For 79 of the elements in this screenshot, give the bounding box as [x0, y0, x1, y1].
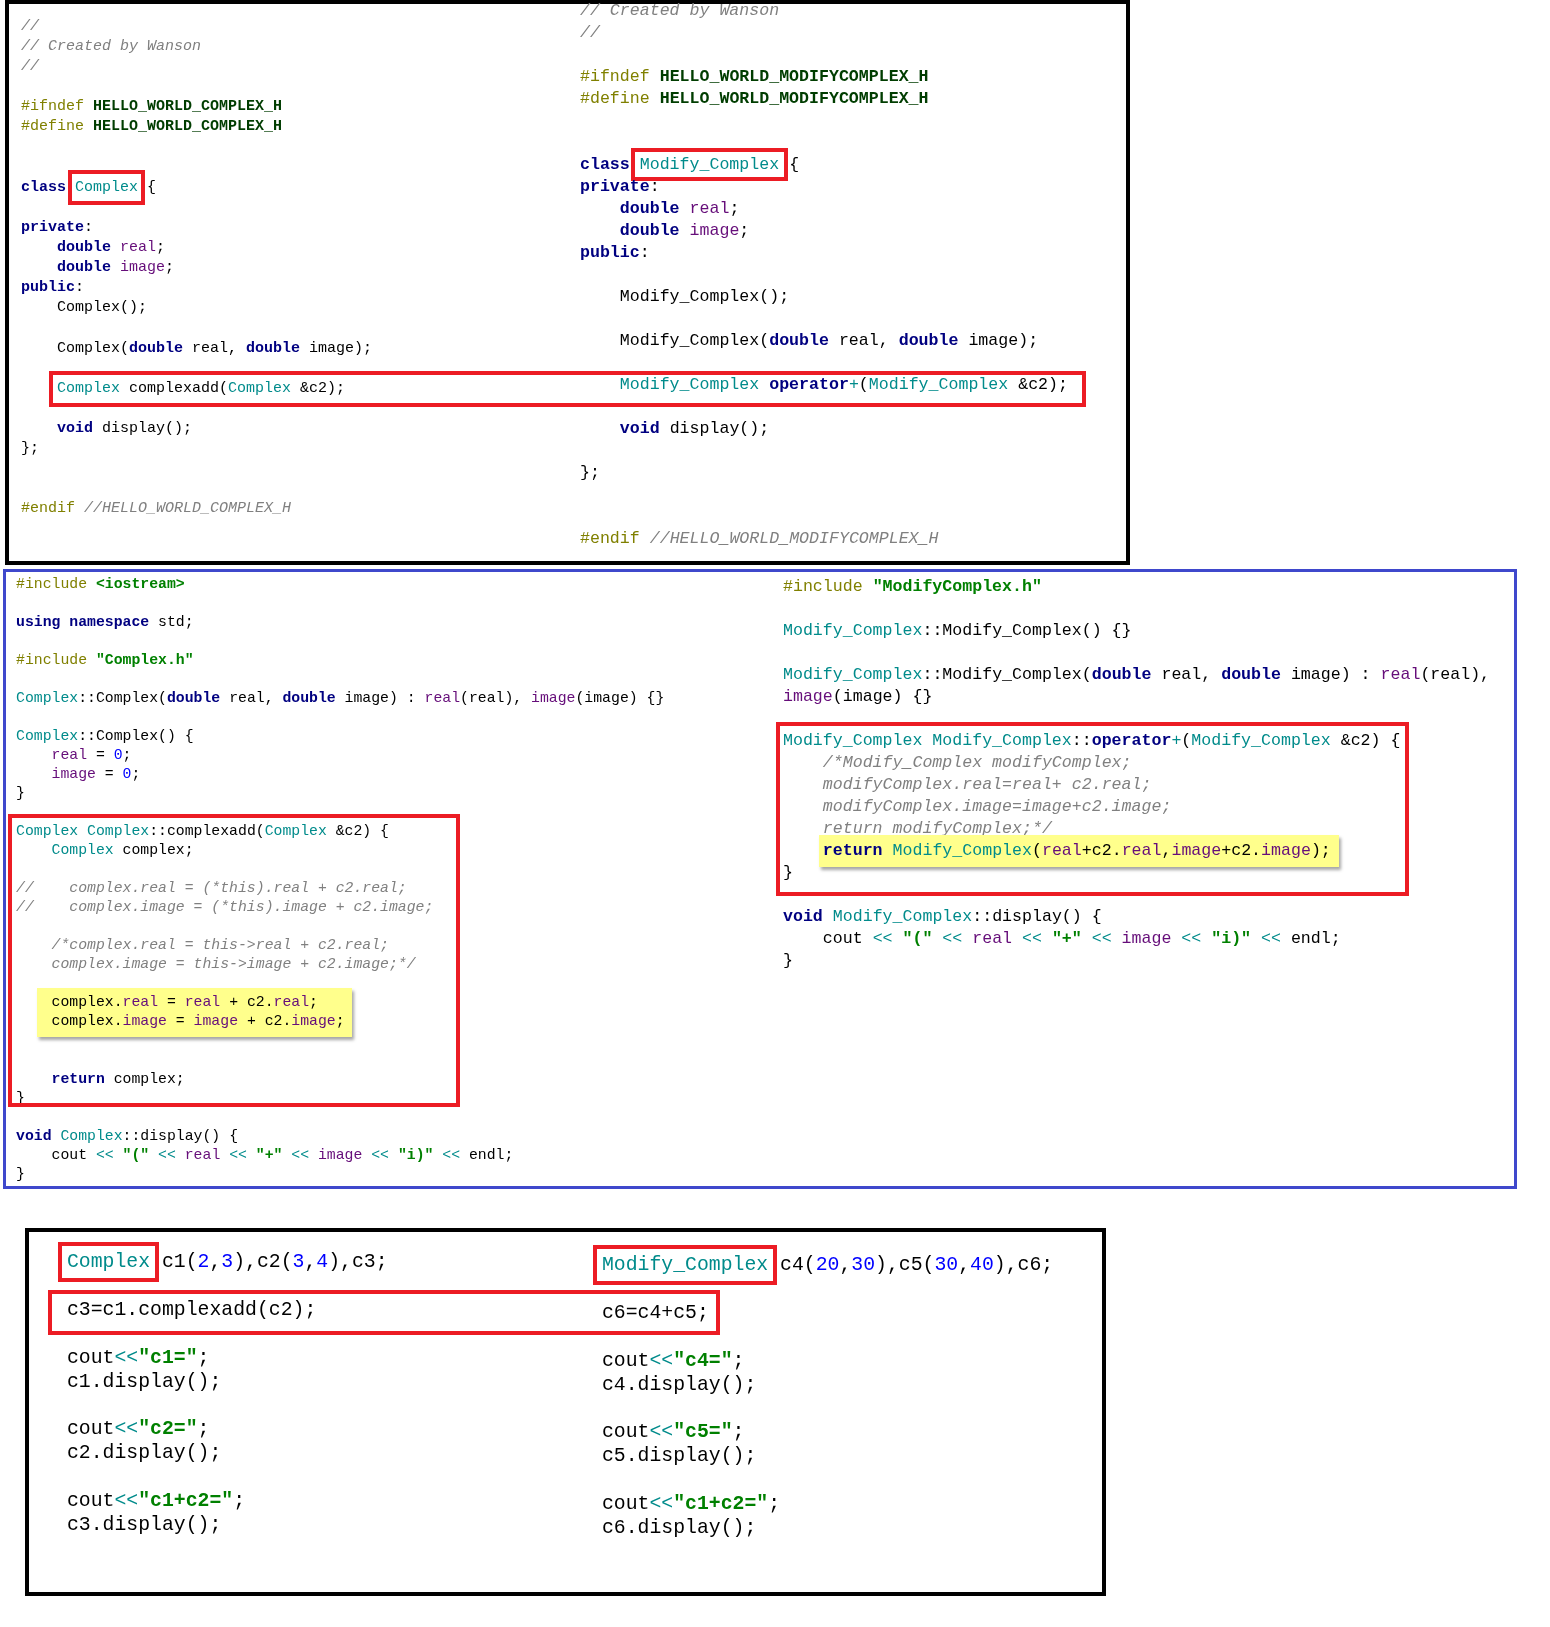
code-line: #include <iostream>: [16, 574, 185, 594]
code-line: c2.display();: [67, 1442, 222, 1467]
code-line: void Modify_Complex::display() {: [783, 906, 1102, 928]
code-line: complex.image = this->image + c2.image;*/: [50, 955, 416, 975]
code-line: image(image) {}: [783, 686, 933, 708]
code-line: #endif //HELLO_WORLD_MODIFYCOMPLEX_H: [580, 528, 939, 550]
code-line: c1.display();: [67, 1370, 222, 1395]
code-line: modifyComplex.real=real+ c2.real;: [821, 774, 1152, 796]
code-line: c6.display();: [602, 1516, 757, 1541]
code-line: public:: [21, 278, 85, 299]
code-line: return modifyComplex;*/: [821, 818, 1052, 840]
code-line: cout<<"c2=";: [67, 1418, 210, 1443]
code-line: }: [783, 862, 793, 884]
code-line: double image;: [56, 258, 175, 279]
code-line: image = 0;: [50, 764, 141, 784]
code-line: c3=c1.complexadd(c2);: [67, 1298, 317, 1323]
code-line: class Complex {: [9, 168, 169, 207]
code-line: Complex Complex::complexadd(Complex &c2) {: [16, 822, 389, 842]
code-line: Modify_Complex::Modify_Complex(double real, double image) : real(real),: [783, 664, 1491, 686]
code-line: }: [16, 783, 25, 803]
code-line: Complex::Complex() {: [16, 726, 194, 746]
code-line: double real;: [618, 198, 740, 220]
code-line: // Created by Wanson: [21, 37, 202, 58]
code-line: #define HELLO_WORLD_MODIFYCOMPLEX_H: [580, 88, 929, 110]
code-line: cout<<"c1+c2=";: [67, 1490, 246, 1514]
code-line: }: [783, 950, 793, 972]
code-line: //: [21, 57, 39, 78]
code-line: c4.display();: [602, 1373, 757, 1398]
code-line: complex.image = image + c2.image;: [50, 1012, 345, 1032]
code-line: Complex(double real, double image);: [56, 338, 373, 359]
code-line: cout<<"c1+c2=";: [602, 1493, 781, 1517]
code-line: void display();: [56, 418, 193, 439]
code-line: Complex();: [56, 298, 148, 319]
code-line: using namespace std;: [16, 612, 194, 632]
code-line: public:: [580, 242, 650, 264]
code-line: //: [580, 22, 600, 44]
code-line: Complex::Complex(double real, double image) : real(real), image(image) {}: [16, 688, 665, 708]
code-line: // complex.image = (*this).image + c2.image;: [16, 898, 434, 918]
code-line: Modify_Complex(double real, double image);: [618, 330, 1039, 352]
code-line: Complex complex;: [50, 841, 194, 861]
code-line: cout << "(" << real << "+" << image << "i)" << endl;: [821, 928, 1341, 950]
code-line: return Modify_Complex(real+c2.real,image+c2.image);: [821, 840, 1331, 862]
code-line: }: [16, 1164, 25, 1184]
code-line: void display();: [618, 418, 770, 440]
code-line: /*Modify_Complex modifyComplex;: [821, 752, 1132, 774]
code-line: Modify_Complex();: [618, 286, 790, 308]
code-line: Modify_Complex operator+(Modify_Complex &c2);: [618, 374, 1068, 396]
code-line: real = 0;: [50, 745, 132, 765]
code-line: };: [580, 462, 600, 484]
code-line: double real;: [56, 238, 166, 259]
code-line: cout<<"c1=";: [67, 1346, 210, 1371]
code-line: c5.display();: [602, 1445, 757, 1470]
code-line: c3.display();: [67, 1513, 222, 1538]
code-line: cout << "(" << real << "+" << image << "i)" << endl;: [50, 1145, 514, 1165]
code-line: Complex c1(2,3),c2(3,4),c3;: [55, 1242, 400, 1284]
code-line: #endif //HELLO_WORLD_COMPLEX_H: [21, 499, 292, 520]
code-line: #include "ModifyComplex.h": [783, 576, 1042, 598]
code-line: cout<<"c5=";: [602, 1421, 745, 1446]
code-line: private:: [21, 217, 94, 238]
code-line: c6=c4+c5;: [602, 1301, 709, 1326]
code-line: };: [21, 438, 39, 459]
code-line: #ifndef HELLO_WORLD_MODIFYCOMPLEX_H: [580, 66, 929, 88]
code-line: return complex;: [50, 1069, 185, 1089]
code-line: #include "Complex.h": [16, 650, 194, 670]
code-line: #ifndef HELLO_WORLD_COMPLEX_H: [21, 97, 283, 118]
code-line: /*complex.real = this->real + c2.real;: [50, 936, 389, 956]
code-line: Modify_Complex Modify_Complex::operator+(Modify_Complex &c2) {: [783, 730, 1401, 752]
code-line: // complex.real = (*this).real + c2.real;: [16, 879, 407, 899]
code-line: cout<<"c4=";: [602, 1349, 745, 1374]
code-line: modifyComplex.image=image+c2.image;: [821, 796, 1172, 818]
code-line: // Created by Wanson: [580, 0, 780, 22]
code-line: complex.real = real + c2.real;: [50, 993, 318, 1013]
code-line: //: [21, 17, 39, 37]
code-line: void Complex::display() {: [16, 1126, 238, 1146]
code-line: Complex complexadd(Complex &c2);: [56, 378, 346, 399]
code-line: double image;: [618, 220, 750, 242]
code-line: Modify_Complex::Modify_Complex() {}: [783, 620, 1132, 642]
code-line: Modify_Complex c4(20,30),c5(30,40),c6;: [590, 1245, 1066, 1287]
code-line: #define HELLO_WORLD_COMPLEX_H: [21, 117, 283, 138]
